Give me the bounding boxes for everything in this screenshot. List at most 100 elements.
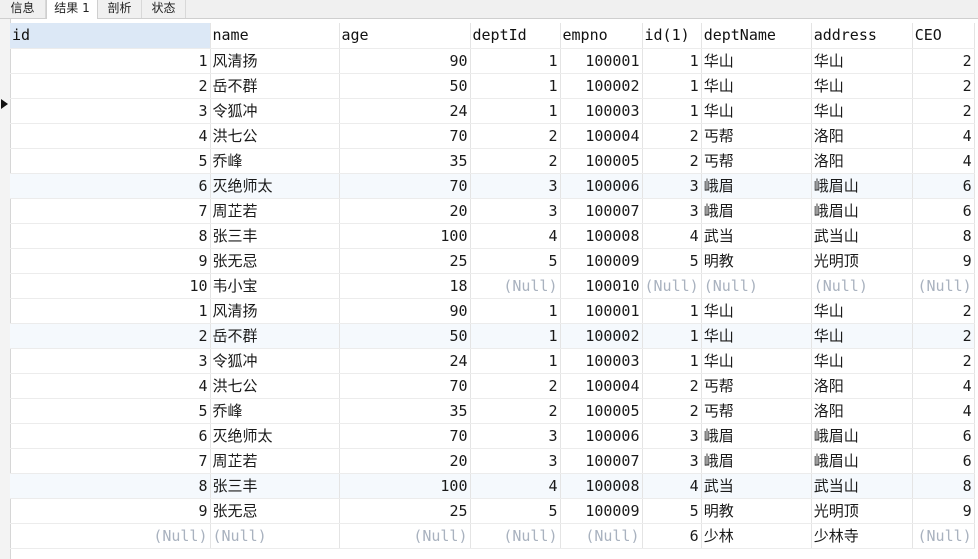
cell-age[interactable]: 18 — [339, 273, 471, 299]
cell-deptid[interactable]: 5 — [470, 248, 561, 274]
cell-name[interactable]: 张三丰 — [210, 473, 340, 499]
table-row[interactable]: 7 周芷若 20 3 100007 3 峨眉 峨眉山 6 — [10, 448, 975, 474]
cell-address[interactable]: 华山 — [811, 48, 913, 74]
cell-address[interactable]: 洛阳 — [811, 123, 913, 149]
cell-address[interactable]: 峨眉山 — [811, 423, 913, 449]
cell-name[interactable]: 洪七公 — [210, 373, 340, 399]
table-row[interactable]: 4 洪七公 70 2 100004 2 丐帮 洛阳 4 — [10, 373, 975, 399]
table-row[interactable]: 8 张三丰 100 4 100008 4 武当 武当山 8 — [10, 473, 975, 499]
cell-id[interactable]: 3 — [10, 348, 211, 374]
cell-deptid[interactable]: 4 — [470, 223, 561, 249]
cell-name[interactable]: 张无忌 — [210, 248, 340, 274]
cell-id-1[interactable]: 2 — [642, 123, 702, 149]
cell-deptid[interactable]: 4 — [470, 473, 561, 499]
cell-deptid[interactable]: 1 — [470, 298, 561, 324]
cell-ceo[interactable]: 9 — [912, 498, 975, 524]
cell-ceo[interactable]: 2 — [912, 48, 975, 74]
cell-id[interactable]: 8 — [10, 473, 211, 499]
cell-name[interactable]: 岳不群 — [210, 323, 340, 349]
cell-id-1[interactable]: 2 — [642, 373, 702, 399]
table-row[interactable]: (Null) (Null) (Null) (Null) (Null) 6 少林 少林寺 (Nul… — [10, 523, 975, 549]
cell-empno[interactable]: 100001 — [560, 298, 643, 324]
cell-ceo[interactable]: 2 — [912, 98, 975, 124]
cell-id-1[interactable]: 1 — [642, 73, 702, 99]
cell-name[interactable]: 张三丰 — [210, 223, 340, 249]
column-header-empno[interactable]: empno — [560, 23, 643, 49]
table-row[interactable]: 10 韦小宝 18 (Null) 100010 (Null) (Null) (Null) (Nu… — [10, 273, 975, 299]
table-row[interactable]: 6 灭绝师太 70 3 100006 3 峨眉 峨眉山 6 — [10, 423, 975, 449]
cell-id[interactable]: 1 — [10, 298, 211, 324]
cell-age[interactable]: 70 — [339, 173, 471, 199]
cell-deptid[interactable]: 3 — [470, 423, 561, 449]
cell-deptname[interactable]: 丐帮 — [701, 123, 812, 149]
cell-empno[interactable]: 100009 — [560, 248, 643, 274]
cell-deptid[interactable]: 1 — [470, 73, 561, 99]
cell-deptid[interactable]: 5 — [470, 498, 561, 524]
cell-age[interactable]: 90 — [339, 298, 471, 324]
cell-deptname[interactable]: 峨眉 — [701, 198, 812, 224]
cell-name[interactable]: 韦小宝 — [210, 273, 340, 299]
cell-empno[interactable]: 100001 — [560, 48, 643, 74]
cell-name[interactable]: 令狐冲 — [210, 98, 340, 124]
cell-id-1[interactable]: 3 — [642, 173, 702, 199]
column-header-name[interactable]: name — [210, 23, 340, 49]
cell-deptname[interactable]: 武当 — [701, 473, 812, 499]
cell-empno[interactable]: 100008 — [560, 223, 643, 249]
cell-name[interactable]: 风清扬 — [210, 48, 340, 74]
table-row[interactable]: 2 岳不群 50 1 100002 1 华山 华山 2 — [10, 73, 975, 99]
table-row[interactable]: 3 令狐冲 24 1 100003 1 华山 华山 2 — [10, 98, 975, 124]
cell-id-1[interactable]: 2 — [642, 148, 702, 174]
cell-empno[interactable]: 100006 — [560, 423, 643, 449]
column-header-age[interactable]: age — [339, 23, 471, 49]
cell-deptid[interactable]: (Null) — [470, 273, 561, 299]
column-header-id[interactable]: id — [10, 23, 211, 49]
cell-empno[interactable]: 100005 — [560, 148, 643, 174]
cell-deptname[interactable]: 明教 — [701, 248, 812, 274]
column-header-id-1[interactable]: id(1) — [642, 23, 702, 49]
cell-ceo[interactable]: 6 — [912, 423, 975, 449]
cell-ceo[interactable]: (Null) — [912, 523, 975, 549]
cell-address[interactable]: 华山 — [811, 323, 913, 349]
cell-id[interactable]: 3 — [10, 98, 211, 124]
cell-name[interactable]: 洪七公 — [210, 123, 340, 149]
cell-empno[interactable]: 100004 — [560, 123, 643, 149]
cell-deptid[interactable]: 2 — [470, 148, 561, 174]
cell-ceo[interactable]: 4 — [912, 398, 975, 424]
cell-empno[interactable]: 100005 — [560, 398, 643, 424]
cell-name[interactable]: 乔峰 — [210, 398, 340, 424]
cell-name[interactable]: 灭绝师太 — [210, 173, 340, 199]
cell-age[interactable]: 24 — [339, 348, 471, 374]
cell-id[interactable]: 1 — [10, 48, 211, 74]
column-header-address[interactable]: address — [811, 23, 913, 49]
column-header-ceo[interactable]: CEO — [912, 23, 975, 49]
cell-age[interactable]: 20 — [339, 448, 471, 474]
cell-deptname[interactable]: 少林 — [701, 523, 812, 549]
cell-deptname[interactable]: 峨眉 — [701, 448, 812, 474]
cell-address[interactable]: 峨眉山 — [811, 173, 913, 199]
cell-id[interactable]: 8 — [10, 223, 211, 249]
cell-age[interactable]: 100 — [339, 473, 471, 499]
cell-address[interactable]: 峨眉山 — [811, 448, 913, 474]
cell-name[interactable]: (Null) — [210, 523, 340, 549]
cell-deptname[interactable]: 峨眉 — [701, 423, 812, 449]
cell-deptname[interactable]: (Null) — [701, 273, 812, 299]
cell-deptname[interactable]: 华山 — [701, 98, 812, 124]
cell-ceo[interactable]: 2 — [912, 323, 975, 349]
cell-id[interactable]: 9 — [10, 248, 211, 274]
cell-deptid[interactable]: 3 — [470, 173, 561, 199]
cell-address[interactable]: 洛阳 — [811, 148, 913, 174]
cell-address[interactable]: 洛阳 — [811, 398, 913, 424]
cell-id-1[interactable]: 1 — [642, 348, 702, 374]
cell-address[interactable]: 洛阳 — [811, 373, 913, 399]
cell-deptid[interactable]: 3 — [470, 198, 561, 224]
cell-ceo[interactable]: 8 — [912, 223, 975, 249]
cell-id-1[interactable]: 3 — [642, 448, 702, 474]
cell-deptname[interactable]: 丐帮 — [701, 373, 812, 399]
cell-deptname[interactable]: 华山 — [701, 348, 812, 374]
cell-name[interactable]: 风清扬 — [210, 298, 340, 324]
cell-deptid[interactable]: 2 — [470, 398, 561, 424]
table-row[interactable]: 2 岳不群 50 1 100002 1 华山 华山 2 — [10, 323, 975, 349]
cell-deptid[interactable]: 1 — [470, 48, 561, 74]
cell-empno[interactable]: 100007 — [560, 448, 643, 474]
table-row[interactable]: 1 风清扬 90 1 100001 1 华山 华山 2 — [10, 298, 975, 324]
